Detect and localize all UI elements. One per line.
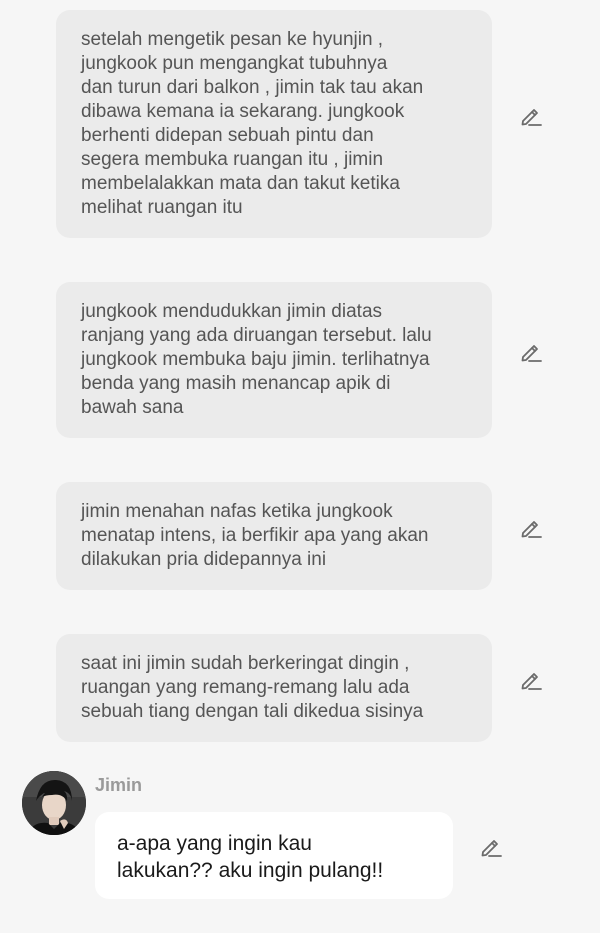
narration-text: jimin menahan nafas ketika jungkook mena… <box>81 501 429 570</box>
narration-bubble: jimin menahan nafas ketika jungkook mena… <box>56 482 492 590</box>
chat-story-screen: setelah mengetik pesan ke hyunjin , jung… <box>0 0 600 933</box>
edit-icon[interactable] <box>519 340 543 364</box>
narration-bubble: saat ini jimin sudah berkeringat dingin … <box>56 634 492 742</box>
edit-icon[interactable] <box>479 835 503 859</box>
edit-icon[interactable] <box>519 516 543 540</box>
narration-bubble: setelah mengetik pesan ke hyunjin , jung… <box>56 10 492 238</box>
narration-text: setelah mengetik pesan ke hyunjin , jung… <box>81 29 424 218</box>
narration-bubble: jungkook mendudukkan jimin diatas ranjan… <box>56 282 492 438</box>
sender-name: Jimin <box>95 775 143 795</box>
chat-message-text: a-apa yang ingin kau lakukan?? aku ingin… <box>117 832 384 882</box>
chat-message-bubble: a-apa yang ingin kau lakukan?? aku ingin… <box>95 812 453 899</box>
edit-icon[interactable] <box>519 668 543 692</box>
avatar[interactable] <box>22 771 86 835</box>
narration-text: saat ini jimin sudah berkeringat dingin … <box>81 653 424 722</box>
narration-text: jungkook mendudukkan jimin diatas ranjan… <box>81 301 432 418</box>
edit-icon[interactable] <box>519 104 543 128</box>
